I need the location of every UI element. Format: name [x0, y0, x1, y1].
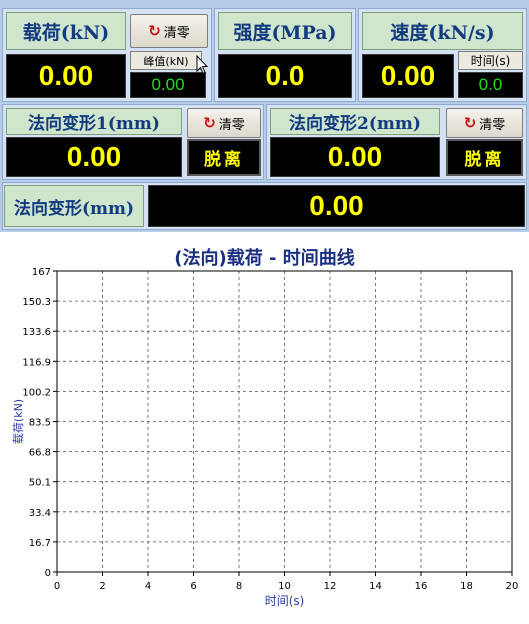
y-tick-label: 116.9 [22, 357, 51, 368]
deform1-zero-label: 清零 [218, 117, 245, 133]
deform2-label: 法向变形2(mm) [270, 108, 440, 135]
x-tick-label: 16 [415, 581, 428, 592]
x-axis-label: 时间(s) [265, 594, 305, 608]
x-tick-label: 14 [369, 581, 382, 592]
load-label: 载荷(kN) [6, 12, 126, 50]
load-display: 0.00 [6, 54, 126, 98]
y-tick-label: 133.6 [22, 327, 51, 338]
y-axis-label: 载荷(kN) [12, 399, 25, 444]
x-tick-label: 6 [190, 581, 196, 592]
time-display: 0.0 [458, 72, 523, 98]
y-tick-label: 33.4 [29, 508, 51, 519]
deform2-display: 0.00 [270, 137, 440, 177]
deform-display: 0.00 [148, 185, 525, 227]
time-label: 时间(s) [458, 51, 523, 70]
load-time-chart: 0 2 4 6 8 10 12 14 16 18 20 0 16.7 33.4 50.1 66.8 83.5 10… [12, 267, 519, 608]
deform1-detach-button[interactable]: 脱离 [187, 139, 261, 176]
strength-display: 0.0 [218, 54, 352, 98]
y-tick-label: 150.3 [22, 297, 51, 308]
deform-label: 法向变形(mm) [4, 185, 144, 227]
x-tick-label: 10 [278, 581, 291, 592]
peak-display: 0.00 [130, 72, 206, 98]
speed-label: 速度(kN/s) [362, 12, 523, 50]
refresh-icon: ↻ [203, 114, 216, 132]
deform1-label: 法向变形1(mm) [6, 108, 182, 135]
deform1-display: 0.00 [6, 137, 182, 177]
deform2-detach-button[interactable]: 脱离 [446, 139, 523, 176]
y-tick-label: 16.7 [29, 538, 51, 549]
x-tick-label: 18 [460, 581, 473, 592]
y-tick-label: 100.2 [22, 387, 51, 398]
y-tick-label: 50.1 [29, 478, 51, 489]
deform2-zero-button[interactable]: ↻ 清零 [446, 108, 523, 138]
deform2-zero-label: 清零 [479, 117, 506, 133]
x-tick-label: 0 [54, 581, 60, 592]
x-tick-label: 2 [99, 581, 105, 592]
chart-area: (法向)载荷 - 时间曲线 0 2 4 6 8 10 12 14 16 18 20 0 16.7 33.4… [0, 232, 529, 624]
peak-button[interactable]: 峰值(kN) [130, 51, 202, 70]
load-zero-label: 清零 [163, 25, 190, 41]
x-tick-label: 12 [324, 581, 337, 592]
strength-label: 强度(MPa) [218, 12, 352, 50]
y-tick-label: 83.5 [29, 418, 51, 429]
mouse-pointer-icon [196, 55, 208, 75]
load-zero-button[interactable]: ↻ 清零 [130, 14, 208, 48]
y-tick-label: 167 [32, 267, 51, 278]
y-tick-label: 0 [45, 568, 51, 579]
x-tick-label: 20 [506, 581, 519, 592]
y-tick-label: 66.8 [29, 448, 51, 459]
speed-display: 0.00 [362, 54, 454, 98]
refresh-icon: ↻ [148, 22, 161, 40]
x-tick-label: 8 [236, 581, 242, 592]
deform1-zero-button[interactable]: ↻ 清零 [187, 108, 261, 138]
x-tick-label: 4 [145, 581, 151, 592]
refresh-icon: ↻ [463, 114, 477, 132]
